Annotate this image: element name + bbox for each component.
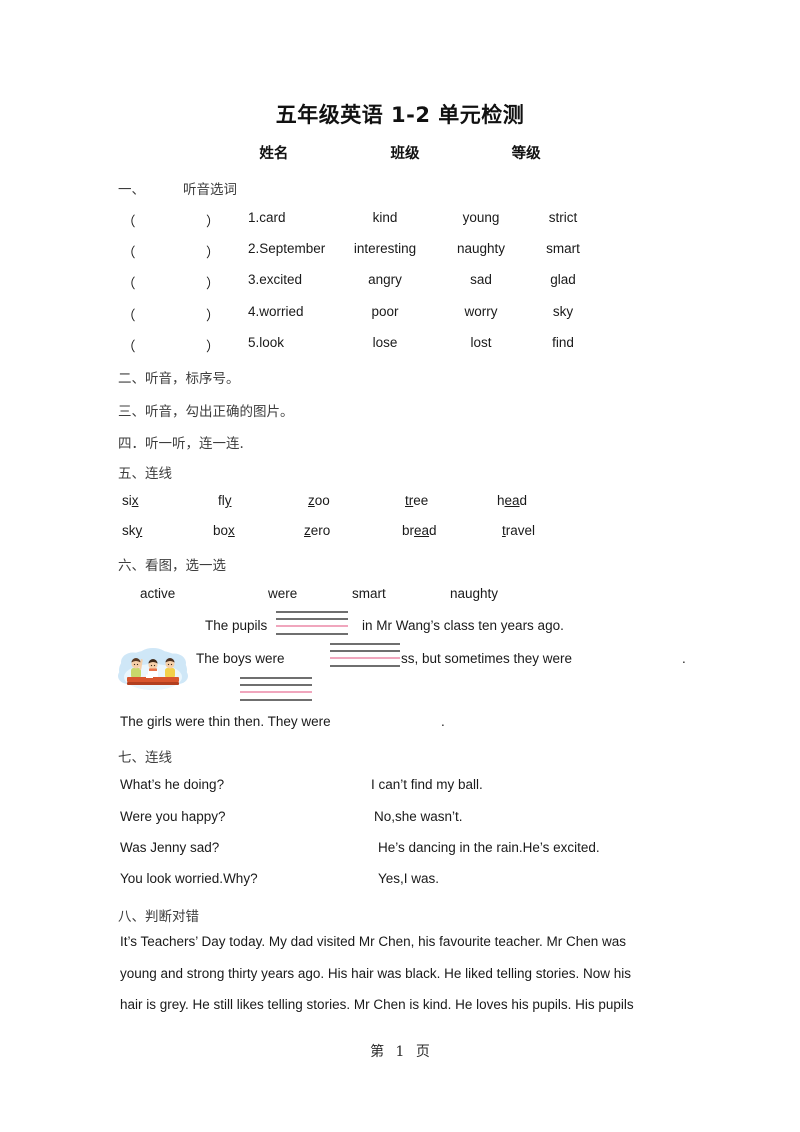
match-right-item[interactable]: Yes,I was. bbox=[378, 871, 439, 886]
choice-row[interactable]: （ ） 5.look lose lost find bbox=[122, 335, 782, 359]
paren-open: （ bbox=[122, 339, 136, 354]
word-item[interactable]: bread bbox=[402, 523, 437, 538]
footer-page-number: 1 bbox=[395, 1044, 405, 1060]
footer-prefix: 第 bbox=[370, 1044, 385, 1060]
choice-stem: 1.card bbox=[248, 210, 286, 225]
boys-in-classroom-clipart bbox=[118, 647, 188, 693]
section-5-heading: 五、连线 bbox=[118, 466, 172, 482]
section-2-heading: 二、听音，标序号。 bbox=[118, 371, 240, 387]
word-item[interactable]: box bbox=[213, 523, 235, 538]
sentence-2-part-b: ss, but sometimes they were bbox=[401, 651, 573, 666]
paren-close: ） bbox=[206, 245, 220, 260]
section-1-number: 一、 bbox=[118, 182, 145, 198]
choice-option[interactable]: strict bbox=[522, 210, 604, 225]
field-label-class: 班级 bbox=[390, 146, 420, 162]
paren-close: ） bbox=[206, 276, 220, 291]
choice-option[interactable]: angry bbox=[337, 272, 433, 287]
passage-line: young and strong thirty years ago. His h… bbox=[120, 966, 631, 981]
match-left-item[interactable]: You look worried.Why? bbox=[120, 871, 258, 886]
field-label-grade: 等级 bbox=[511, 146, 541, 162]
choice-option[interactable]: sad bbox=[436, 272, 526, 287]
section-4-heading: 四．听一听，连一连. bbox=[118, 436, 244, 452]
word-bank-option[interactable]: active bbox=[140, 586, 175, 601]
student-info-row: 姓名 班级 等级 bbox=[0, 142, 800, 163]
word-item[interactable]: travel bbox=[502, 523, 535, 538]
section-3-heading: 三、听音，勾出正确的图片。 bbox=[118, 404, 294, 420]
answer-blank-ruled[interactable] bbox=[240, 677, 312, 706]
sentence-1-part-a: The pupils bbox=[205, 618, 268, 633]
paren-open: （ bbox=[122, 245, 136, 260]
sentence-3-end-period: . bbox=[441, 714, 445, 729]
match-left-item[interactable]: Was Jenny sad? bbox=[120, 840, 219, 855]
section-1-heading: 听音选词 bbox=[183, 182, 237, 198]
section-7-heading: 七、连线 bbox=[118, 750, 172, 766]
choice-option[interactable]: lost bbox=[436, 335, 526, 350]
choice-row[interactable]: （ ） 1.card kind young strict bbox=[122, 210, 782, 234]
word-item[interactable]: zero bbox=[304, 523, 330, 538]
passage-line: hair is grey. He still likes telling sto… bbox=[120, 997, 634, 1012]
match-left-item[interactable]: Were you happy? bbox=[120, 809, 226, 824]
choice-option[interactable]: glad bbox=[522, 272, 604, 287]
choice-option[interactable]: find bbox=[522, 335, 604, 350]
choice-option[interactable]: smart bbox=[522, 241, 604, 256]
page-title: 五年级英语 1-2 单元检测 bbox=[275, 103, 525, 127]
word-match-row[interactable]: six fly zoo tree head bbox=[122, 493, 742, 517]
choice-stem: 5.look bbox=[248, 335, 285, 350]
page-footer: 第 1 页 bbox=[0, 1041, 800, 1061]
choice-option[interactable]: young bbox=[436, 210, 526, 225]
word-item[interactable]: fly bbox=[218, 493, 232, 508]
choice-row[interactable]: （ ） 2.September interesting naughty smar… bbox=[122, 241, 782, 265]
choice-option[interactable]: poor bbox=[337, 304, 433, 319]
sentence-1-part-b: in Mr Wang’s class ten years ago. bbox=[362, 618, 564, 633]
choice-stem: 3.excited bbox=[248, 272, 303, 287]
match-right-item[interactable]: No,she wasn’t. bbox=[374, 809, 463, 824]
paren-close: ） bbox=[206, 308, 220, 323]
answer-blank-ruled[interactable] bbox=[276, 611, 348, 640]
paren-open: （ bbox=[122, 214, 136, 229]
choice-option[interactable]: sky bbox=[522, 304, 604, 319]
field-label-name: 姓名 bbox=[259, 146, 289, 162]
word-bank-option[interactable]: smart bbox=[352, 586, 386, 601]
answer-blank-ruled[interactable] bbox=[330, 643, 400, 672]
footer-suffix: 页 bbox=[415, 1044, 430, 1060]
choice-option[interactable]: kind bbox=[337, 210, 433, 225]
section-8-heading: 八、判断对错 bbox=[118, 909, 199, 925]
word-match-row[interactable]: sky box zero bread travel bbox=[122, 523, 742, 547]
word-item[interactable]: head bbox=[497, 493, 527, 508]
word-bank-option[interactable]: were bbox=[268, 586, 297, 601]
word-bank-option[interactable]: naughty bbox=[450, 586, 498, 601]
section-6-heading: 六、看图，选一选 bbox=[118, 558, 226, 574]
choice-option[interactable]: lose bbox=[337, 335, 433, 350]
sentence-2-part-a: The boys were bbox=[196, 651, 285, 666]
choice-option[interactable]: interesting bbox=[337, 241, 433, 256]
word-item[interactable]: sky bbox=[122, 523, 142, 538]
match-right-item[interactable]: I can’t find my ball. bbox=[371, 777, 483, 792]
sentence-2-end-period: . bbox=[682, 651, 686, 666]
paren-open: （ bbox=[122, 276, 136, 291]
choice-option[interactable]: worry bbox=[436, 304, 526, 319]
choice-stem: 2.September bbox=[248, 241, 326, 256]
worksheet-page: 五年级英语 1-2 单元检测 姓名 班级 等级 一、 听音选词 （ ） 1.ca… bbox=[0, 0, 800, 1132]
match-left-item[interactable]: What’s he doing? bbox=[120, 777, 224, 792]
word-item[interactable]: zoo bbox=[308, 493, 330, 508]
word-item[interactable]: six bbox=[122, 493, 139, 508]
sentence-3-part-a: The girls were thin then. They were bbox=[120, 714, 331, 729]
choice-option[interactable]: naughty bbox=[436, 241, 526, 256]
choice-stem: 4.worried bbox=[248, 304, 304, 319]
choice-row[interactable]: （ ） 3.excited angry sad glad bbox=[122, 272, 782, 296]
paren-close: ） bbox=[206, 214, 220, 229]
passage-line: It’s Teachers’ Day today. My dad visited… bbox=[120, 934, 626, 949]
word-item[interactable]: tree bbox=[405, 493, 428, 508]
choice-row[interactable]: （ ） 4.worried poor worry sky bbox=[122, 304, 782, 328]
paren-open: （ bbox=[122, 308, 136, 323]
match-right-item[interactable]: He’s dancing in the rain.He’s excited. bbox=[378, 840, 600, 855]
paren-close: ） bbox=[206, 339, 220, 354]
